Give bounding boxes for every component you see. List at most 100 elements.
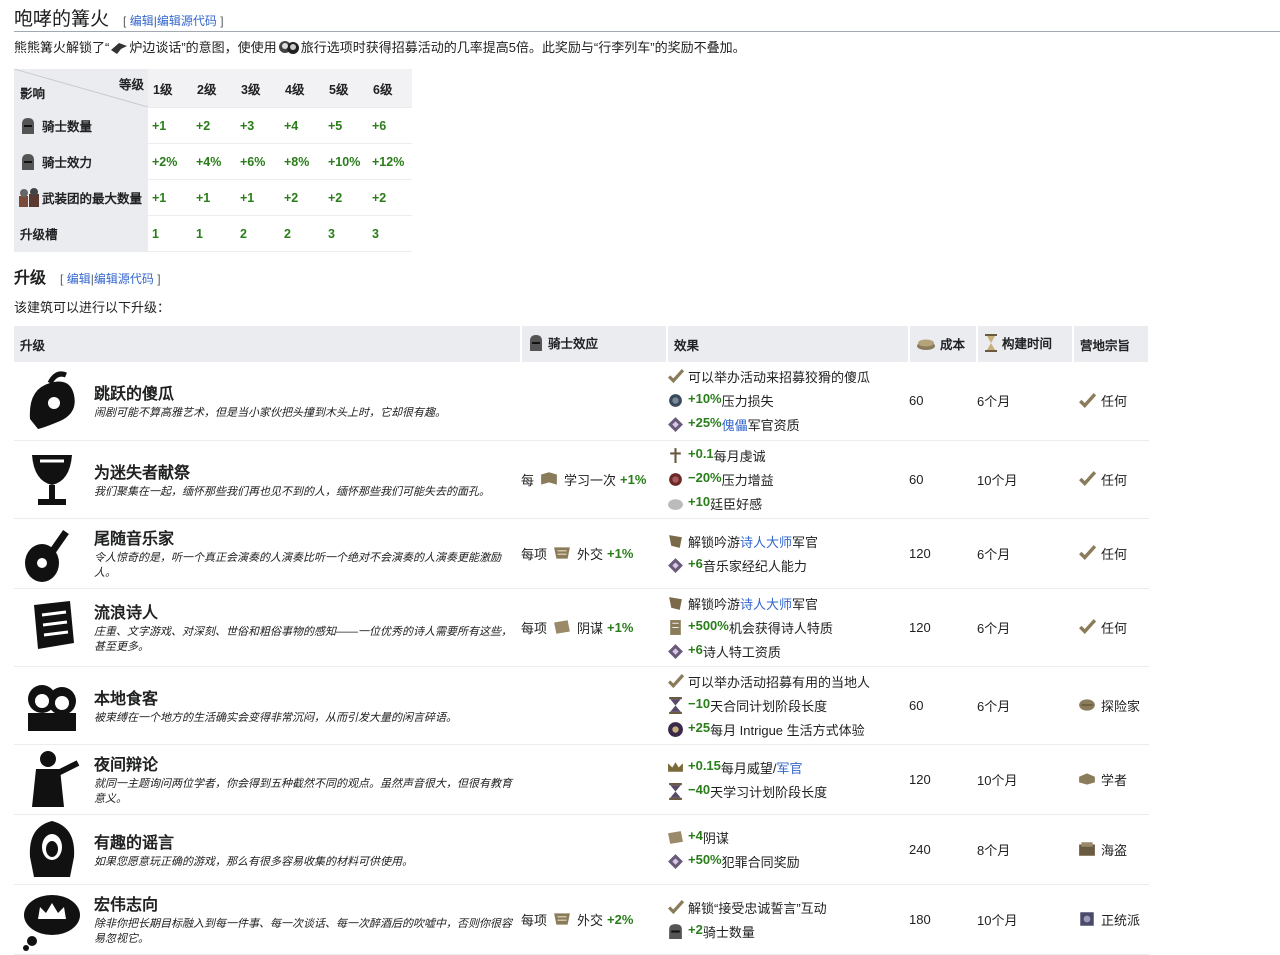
header-knight: 骑士效应	[521, 326, 668, 362]
section-heading: 咆哮的篝火 [ 编辑|编辑源代码 ]	[14, 4, 224, 30]
legitimist-icon	[1080, 912, 1094, 926]
edit-source-link[interactable]: 编辑源代码	[94, 272, 154, 286]
table-row: 武装团的最大数量 +1 +1 +1 +2 +2 +2	[14, 179, 412, 216]
build-time: 6个月	[977, 588, 1073, 667]
upgrade-name: 尾随音乐家	[94, 531, 175, 548]
effect-line: −40 天学习计划阶段长度	[667, 779, 909, 803]
effect-line: +0.1 每月虔诚	[667, 443, 909, 467]
upgrade-name: 跳跃的傻瓜	[94, 386, 175, 404]
hourglass-icon	[669, 782, 682, 800]
lifestyle-icon	[668, 721, 683, 737]
knight-effect	[521, 744, 667, 815]
effect-link[interactable]: 诗人大师	[740, 594, 792, 613]
effect-line: 可以举办活动招募有用的当地人	[667, 669, 909, 693]
effect-line: +0.15 每月威望/军官	[667, 755, 909, 779]
knight-effect: 每项 外交 +1%	[521, 518, 667, 589]
cost-value: 120	[909, 518, 977, 589]
build-time: 6个月	[977, 518, 1073, 589]
effect-line: 解锁吟游 诗人大师 军官	[667, 591, 909, 615]
header-camp: 营地宗旨	[1073, 326, 1150, 362]
upgrade-name: 流浪诗人	[94, 605, 159, 622]
gossips-icon	[28, 685, 76, 731]
header-cost: 成本	[909, 326, 978, 362]
effects-cell: 解锁“接受忠诚誓言”互动 +2 骑士数量	[667, 884, 909, 955]
edit-link[interactable]: 编辑	[130, 14, 154, 28]
effects-cell: 解锁吟游 诗人大师 军官 +6 音乐家经纪人能力	[667, 518, 909, 589]
edit-source-link[interactable]: 编辑源代码	[157, 14, 217, 28]
chalice-icon	[32, 455, 72, 505]
build-time: 10个月	[977, 744, 1073, 815]
fool-icon	[29, 371, 75, 429]
ambition-icon	[23, 895, 80, 951]
effects-cell: 可以举办活动来招募狡猾的傻瓜 +10% 压力损失 +25% 傀儡 军官资质	[667, 362, 909, 441]
level-header: 1级	[148, 69, 192, 108]
trait-icon	[670, 619, 681, 635]
effects-cell: 可以举办活动招募有用的当地人 −10 天合同计划阶段长度 +25 每月 Intrigue…	[667, 666, 909, 745]
camp-purpose: 探险家	[1073, 666, 1149, 745]
upgrade-row: 夜间辩论 就同一主题询问两位学者，你会得到五种截然不同的观点。虽然声音很大，但很…	[14, 744, 1149, 815]
cost-value: 60	[909, 440, 977, 519]
effects-cell: 解锁吟游 诗人大师 军官 +500% 机会获得诗人特质 +6 诗人特工资质	[667, 588, 909, 667]
pirate-icon	[1079, 842, 1095, 856]
camp-purpose: 任何	[1073, 518, 1149, 589]
effect-link[interactable]: 军官	[777, 758, 803, 777]
effect-line: +4 阴谋	[667, 825, 909, 849]
intro-text: 熊熊篝火解锁了“ 炉边谈话”的意图，使使用 旅行选项时获得招募活动的几率提高5倍…	[14, 40, 746, 55]
effects-cell: +0.1 每月虔诚 −20% 压力增益 +10 廷臣好感	[667, 440, 909, 519]
level-header: 2级	[192, 69, 236, 108]
knight-effect	[521, 814, 667, 885]
piety-icon	[670, 447, 681, 463]
build-time: 6个月	[977, 666, 1073, 745]
effect-line: 解锁“接受忠诚誓言”互动	[667, 895, 909, 919]
upgrade-description: 除非你把长期目标融入到每一件事、每一次谈话、每一次醉酒后的吹嘘中，否则你很容易忽…	[94, 918, 512, 945]
check-icon	[667, 673, 684, 688]
upgrade-row: 为迷失者献祭 我们聚集在一起，缅怀那些我们再也见不到的人，缅怀那些我们可能失去的…	[14, 440, 1149, 519]
orator-icon	[32, 751, 80, 807]
upgrade-row: 尾随音乐家 令人惊奇的是，听一个真正会演奏的人演奏比听一个绝对不会演奏的人演奏更…	[14, 518, 1149, 589]
knight-effect: 每项 阴谋 +1%	[521, 588, 667, 667]
effect-line: +6 诗人特工资质	[667, 639, 909, 663]
upgrade-name: 为迷失者献祭	[94, 464, 191, 482]
officer-icon	[669, 596, 682, 610]
knight-helmet-icon	[22, 153, 34, 170]
header-time: 构建时间	[977, 326, 1074, 362]
upgrade-description: 被束缚在一个地方的生活确实会变得非常沉闷，从而引发大量的闲言碎语。	[94, 711, 457, 724]
header-effect: 效果	[667, 326, 910, 362]
upgrade-description: 如果您愿意玩正确的游戏，那么有很多容易收集的材料可供使用。	[94, 855, 413, 868]
effect-link[interactable]: 诗人大师	[740, 532, 792, 551]
cost-value: 60	[909, 666, 977, 745]
camp-purpose: 任何	[1073, 588, 1149, 667]
upgrade-row: 跳跃的傻瓜 闹剧可能不算高雅艺术，但是当小家伙把头撞到木头上时，它却很有趣。 可…	[14, 362, 1149, 441]
knight-effect	[521, 362, 667, 441]
effect-line: +25% 傀儡 军官资质	[667, 413, 909, 437]
levels-table: 等级 影响 1级 2级 3级 4级 5级 6级 骑士数量 +1 +2 +3 +4…	[14, 69, 412, 252]
camp-purpose: 正统派	[1073, 884, 1149, 955]
heading-divider	[14, 31, 1280, 32]
check-icon	[1079, 392, 1097, 408]
upgrade-row: 宏伟志向 除非你把长期目标融入到每一件事、每一次谈话、每一次醉酒后的吹嘘中，否则…	[14, 884, 1149, 955]
cost-value: 180	[909, 884, 977, 955]
upgrade-row: 流浪诗人 庄重、文字游戏、对深刻、世俗和粗俗事物的感知——一位优秀的诗人需要所有…	[14, 588, 1149, 667]
table-row: 骑士效力 +2% +4% +6% +8% +10% +12%	[14, 143, 412, 180]
upgrade-description: 我们聚集在一起，缅怀那些我们再也见不到的人，缅怀那些我们可能失去的面孔。	[94, 485, 490, 498]
stress-gain-icon	[669, 472, 682, 486]
build-time: 10个月	[977, 440, 1073, 519]
edit-link[interactable]: 编辑	[67, 272, 91, 286]
effect-line: +500% 机会获得诗人特质	[667, 615, 909, 639]
explorer-icon	[1079, 699, 1095, 711]
upgrade-description: 令人惊奇的是，听一个真正会演奏的人演奏比听一个绝对不会演奏的人演奏更能激励人。	[94, 552, 501, 579]
level-header: 4级	[280, 69, 324, 108]
crown-icon	[668, 761, 683, 772]
upgrade-name: 宏伟志向	[94, 897, 159, 914]
effect-link[interactable]: 傀儡	[722, 415, 748, 434]
effect-line: +10 廷臣好感	[667, 491, 909, 515]
check-icon	[1079, 471, 1097, 486]
knight-helmet-icon	[22, 117, 34, 134]
knight-effect: 每 学习一次 +1%	[521, 440, 667, 519]
upgrades-table: 升级 骑士效应 效果 成本 构建时间 营地宗旨 跳跃的傻瓜 闹剧可能不算高雅艺术…	[14, 326, 1150, 955]
effect-line: −10 天合同计划阶段长度	[667, 693, 909, 717]
effect-line: +50% 犯罪合同奖励	[667, 849, 909, 873]
hooded-icon	[29, 821, 75, 877]
knight-helmet-icon	[530, 334, 542, 351]
travel-option-icon	[278, 41, 299, 54]
